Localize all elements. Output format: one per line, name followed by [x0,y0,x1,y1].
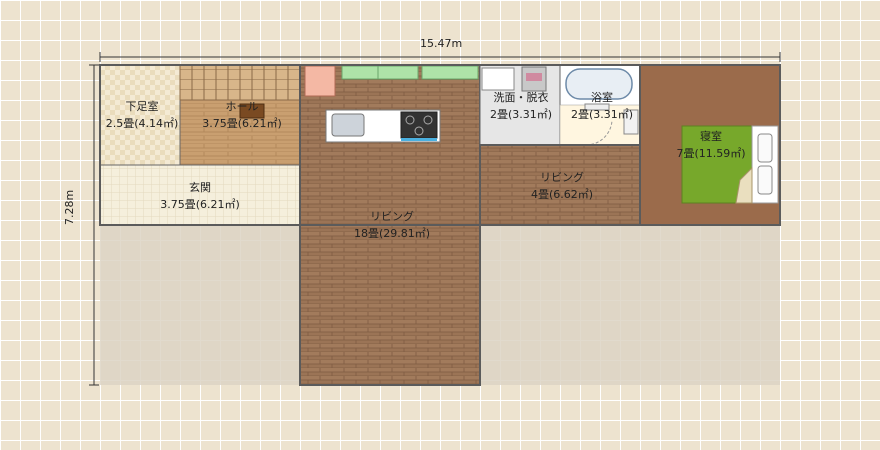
stove-icon [400,111,438,139]
room-label-living-main: リビング 18畳(29.81㎡) [353,210,431,240]
room-label-bedroom: 寝室 7畳(11.59㎡) [676,130,746,160]
washbasin [481,67,515,91]
room-label-living-small: リビング 4畳(6.62㎡) [530,171,594,201]
room-label-entrance: 玄関 3.75畳(6.21㎡) [160,181,240,211]
sink-icon [331,113,365,137]
refrigerator [304,65,336,97]
room-label-washroom: 洗面・脱衣 2畳(3.31㎡) [489,91,553,121]
room-label-bathroom: 浴室 2畳(3.31㎡) [570,91,634,121]
room-label-hall: ホール 3.75畳(6.21㎡) [202,100,282,130]
room-label-shoe-room: 下足室 2.5畳(4.14㎡) [105,100,179,130]
